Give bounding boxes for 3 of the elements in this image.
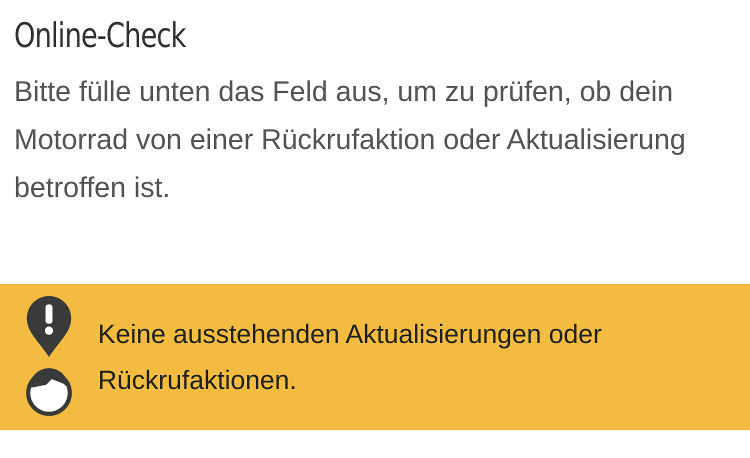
notice-message: Keine ausstehenden Aktualisierungen oder Rückrufaktionen. <box>98 318 603 397</box>
description-text: Bitte fülle unten das Feld aus, um zu prüfen, ob dein Motorrad von einer Rückrufaktion oder Aktualisierung betroffen ist. <box>14 75 687 206</box>
page-title: Online-Check <box>14 16 188 56</box>
